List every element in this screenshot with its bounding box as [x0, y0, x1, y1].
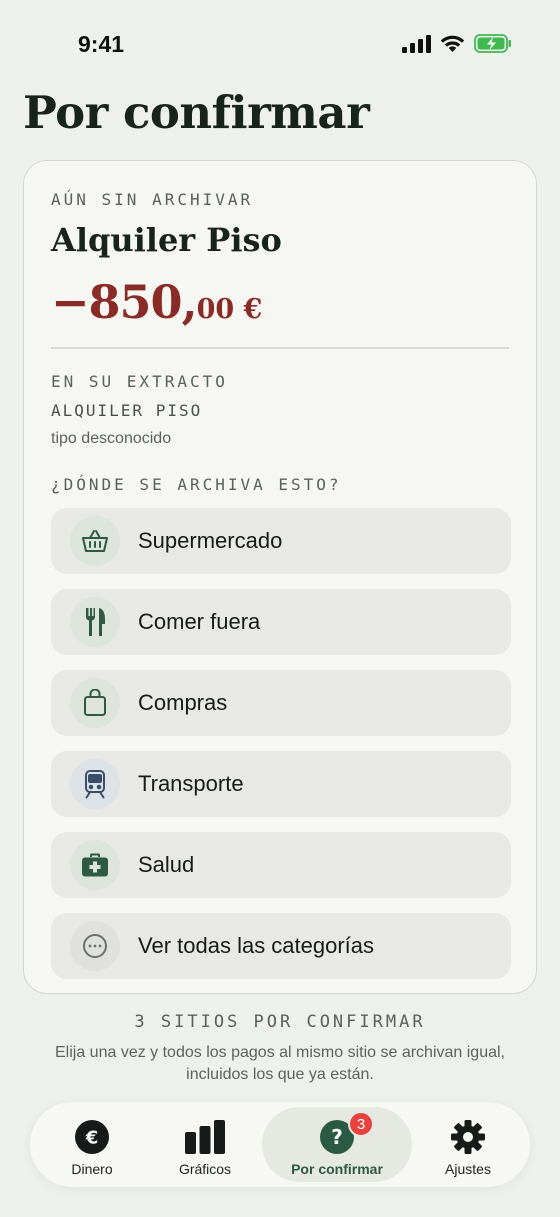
category-list: Supermercado Comer fuera Compras Transpo… [51, 508, 511, 993]
page-title: Por confirmar [23, 86, 370, 139]
divider [51, 347, 509, 349]
transaction-amount: −850,00 € [51, 275, 262, 329]
tab-label: Ajustes [445, 1161, 491, 1177]
cellular-signal-icon [402, 34, 431, 53]
category-ver-todas[interactable]: Ver todas las categorías [51, 913, 511, 979]
train-icon [70, 759, 120, 809]
statement-value: ALQUILER PISO [51, 401, 203, 420]
category-comer-fuera[interactable]: Comer fuera [51, 589, 511, 655]
category-prompt: ¿DÓNDE SE ARCHIVA ESTO? [51, 475, 342, 494]
pending-description: Elija una vez y todos los pagos al mismo… [55, 1044, 505, 1083]
tab-label: Por confirmar [291, 1161, 383, 1177]
category-label: Salud [138, 852, 195, 877]
status-time: 9:41 [78, 31, 125, 57]
category-label: Compras [138, 690, 228, 715]
status-icons [402, 34, 512, 53]
tab-por-confirmar[interactable]: ? 3 Por confirmar [262, 1107, 412, 1182]
pending-count: 3 SITIOS POR CONFIRMAR [134, 1012, 426, 1032]
amount-cents: 00 € [196, 294, 263, 325]
euro-icon: € [75, 1120, 109, 1154]
notification-badge: 3 [348, 1111, 374, 1137]
category-compras[interactable]: Compras [51, 670, 511, 736]
amount-main: −850, [51, 275, 198, 329]
basket-icon [70, 516, 120, 566]
statement-label: EN SU EXTRACTO [51, 372, 228, 391]
wifi-icon [440, 35, 465, 52]
shopping-bag-icon [70, 678, 120, 728]
gear-icon [451, 1120, 485, 1154]
more-icon [70, 921, 120, 971]
merchant-name: Alquiler Piso [51, 221, 282, 259]
first-aid-icon [70, 840, 120, 890]
category-label: Comer fuera [138, 609, 261, 634]
category-label: Supermercado [138, 528, 283, 553]
unfiled-label: AÚN SIN ARCHIVAR [51, 190, 254, 209]
cutlery-icon [70, 597, 120, 647]
tab-ajustes[interactable]: Ajustes [412, 1107, 524, 1182]
tab-dinero[interactable]: € Dinero [36, 1107, 148, 1182]
svg-text:?: ? [331, 1125, 343, 1149]
tab-graficos[interactable]: Gráficos [148, 1107, 262, 1182]
battery-charging-icon [474, 34, 511, 53]
category-salud[interactable]: Salud [51, 832, 511, 898]
svg-text:€: € [85, 1128, 99, 1149]
category-transporte[interactable]: Transporte [51, 751, 511, 817]
status-bar: 9:41 [0, 0, 560, 90]
bar-chart-icon [185, 1120, 225, 1154]
tab-label: Dinero [71, 1161, 113, 1177]
category-label: Ver todas las categorías [138, 933, 375, 958]
category-label: Transporte [138, 771, 244, 796]
tab-label: Gráficos [178, 1161, 232, 1177]
tab-bar: € Dinero Gráficos ? 3 Por confirmar Ajus… [30, 1102, 530, 1187]
category-supermercado[interactable]: Supermercado [51, 508, 511, 574]
transaction-card: AÚN SIN ARCHIVAR Alquiler Piso −850,00 €… [23, 160, 537, 994]
statement-type: tipo desconocido [51, 430, 172, 447]
